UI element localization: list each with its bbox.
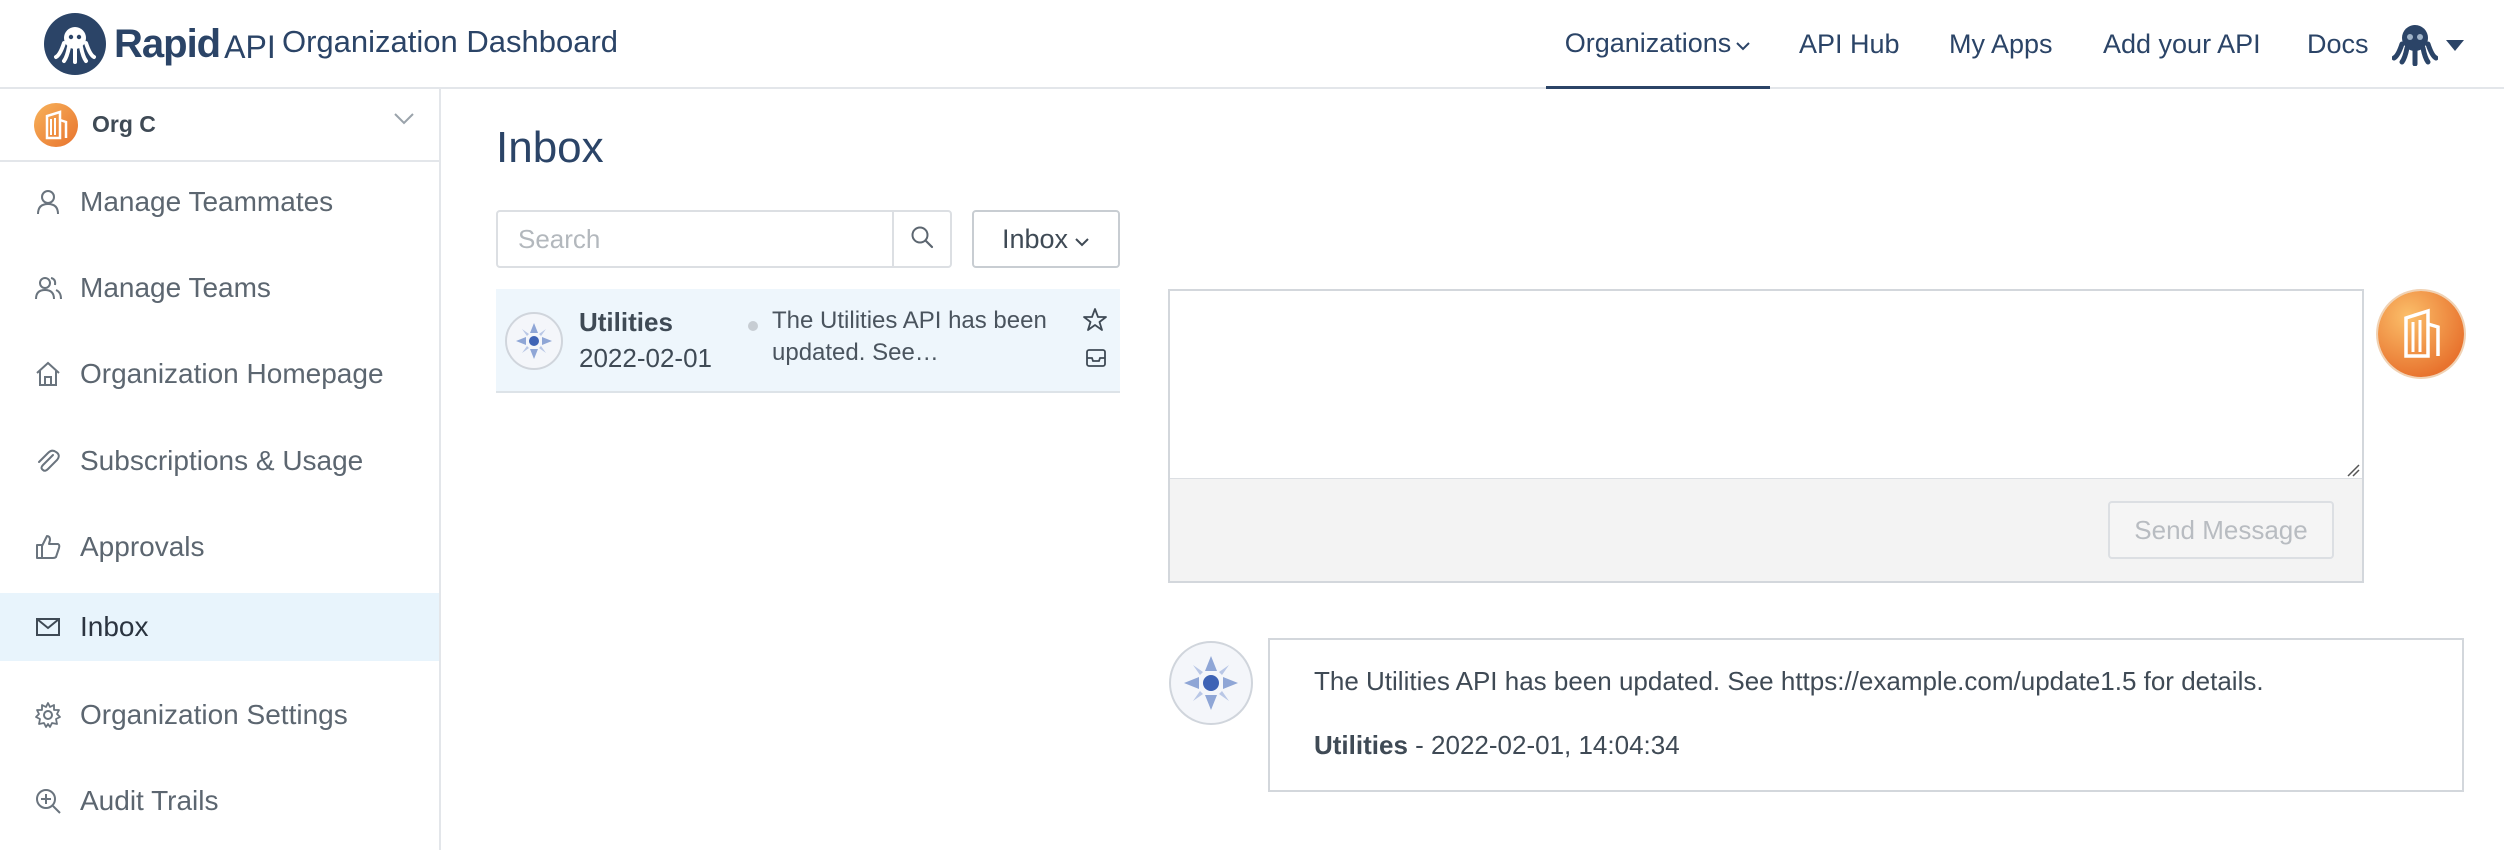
org-avatar: [34, 102, 78, 147]
logo-text: Rapid: [114, 21, 221, 66]
sidebar-item-subscriptions-usage[interactable]: Subscriptions & Usage: [0, 427, 439, 495]
sidebar-item-approvals[interactable]: Approvals: [0, 513, 439, 581]
logo-suffix: API: [224, 28, 276, 65]
archive-icon[interactable]: [1085, 347, 1107, 374]
rapidapi-logo[interactable]: Rapid API: [44, 12, 276, 76]
user-menu[interactable]: [2391, 20, 2464, 71]
thread-message-sender: Utilities: [1314, 730, 1408, 760]
nav-add-your-api[interactable]: Add your API: [2103, 0, 2261, 89]
paperclip-icon: [34, 447, 62, 475]
search-icon: [909, 224, 935, 255]
octopus-logo-icon: [44, 13, 106, 75]
inbox-filter-dropdown[interactable]: Inbox: [972, 210, 1120, 268]
filter-label: Inbox: [1001, 223, 1069, 254]
sidebar-item-label: Audit Trails: [80, 785, 219, 816]
thread-message-meta: Utilities - 2022-02-01, 14:04:34: [1314, 730, 1680, 761]
app-title: Organization Dashboard: [282, 24, 619, 59]
sidebar-item-organization-homepage[interactable]: Organization Homepage: [0, 340, 439, 408]
message-date: 2022-02-01: [579, 343, 712, 373]
resize-handle-icon[interactable]: [2346, 463, 2360, 482]
chevron-down-icon: [1735, 28, 1751, 59]
sidebar-item-label: Approvals: [80, 531, 205, 562]
nav-my-apps[interactable]: My Apps: [1949, 0, 2053, 89]
user-avatar-icon: [2391, 20, 2439, 71]
thread-message-body: The Utilities API has been updated. See …: [1314, 666, 2264, 696]
thread-message: The Utilities API has been updated. See …: [1268, 638, 2464, 792]
nav-organizations-label: Organizations: [1564, 27, 1732, 58]
thumbs-up-icon: [34, 533, 62, 561]
mail-icon: [34, 613, 62, 641]
sidebar-item-label: Subscriptions & Usage: [80, 445, 364, 476]
sidebar: Org C Manage Teammates Manage Teams Orga…: [0, 89, 441, 850]
chevron-down-icon: [393, 111, 415, 130]
home-icon: [34, 360, 62, 388]
utilities-api-avatar: [504, 311, 564, 376]
user-icon: [34, 188, 62, 216]
sidebar-item-audit-trails[interactable]: Audit Trails: [0, 767, 439, 835]
star-icon[interactable]: [1082, 307, 1108, 338]
chevron-down-icon: [1074, 224, 1090, 255]
sidebar-item-label: Inbox: [80, 611, 149, 642]
search-box: [496, 210, 952, 268]
send-message-button[interactable]: Send Message: [2108, 501, 2334, 559]
message-composer: Send Message: [1168, 289, 2364, 583]
sidebar-item-label: Organization Homepage: [80, 358, 384, 389]
org-selector[interactable]: Org C: [0, 89, 439, 162]
gear-icon: [34, 701, 62, 729]
page-title: Inbox: [496, 123, 604, 172]
sidebar-item-label: Manage Teams: [80, 272, 271, 303]
users-icon: [34, 274, 62, 302]
caret-down-icon: [2446, 40, 2464, 51]
nav-docs[interactable]: Docs: [2307, 0, 2369, 89]
top-navbar: Rapid API Organization Dashboard Organiz…: [0, 0, 2504, 89]
message-sender: Utilities: [579, 307, 673, 337]
sidebar-item-manage-teams[interactable]: Manage Teams: [0, 254, 439, 322]
message-list-item[interactable]: Utilities 2022-02-01 The Utilities API h…: [496, 289, 1120, 393]
sidebar-item-manage-teammates[interactable]: Manage Teammates: [0, 168, 439, 236]
utilities-api-avatar: [1168, 640, 1254, 731]
message-preview: The Utilities API has been updated. See…: [772, 307, 1047, 366]
sidebar-item-label: Manage Teammates: [80, 186, 334, 217]
search-input[interactable]: [498, 212, 894, 266]
zoom-plus-icon: [34, 787, 62, 815]
org-name: Org C: [92, 111, 156, 137]
nav-organizations[interactable]: Organizations: [1546, 0, 1770, 89]
thread-message-timestamp: - 2022-02-01, 14:04:34: [1407, 730, 1680, 760]
read-status-dot: [748, 321, 758, 331]
sidebar-item-organization-settings[interactable]: Organization Settings: [0, 681, 439, 749]
sidebar-item-label: Organization Settings: [80, 699, 348, 730]
nav-api-hub[interactable]: API Hub: [1799, 0, 1900, 89]
search-button[interactable]: [894, 212, 950, 266]
org-avatar: [2378, 291, 2464, 377]
sidebar-item-inbox[interactable]: Inbox: [0, 593, 439, 661]
message-textarea[interactable]: [1170, 291, 2362, 479]
